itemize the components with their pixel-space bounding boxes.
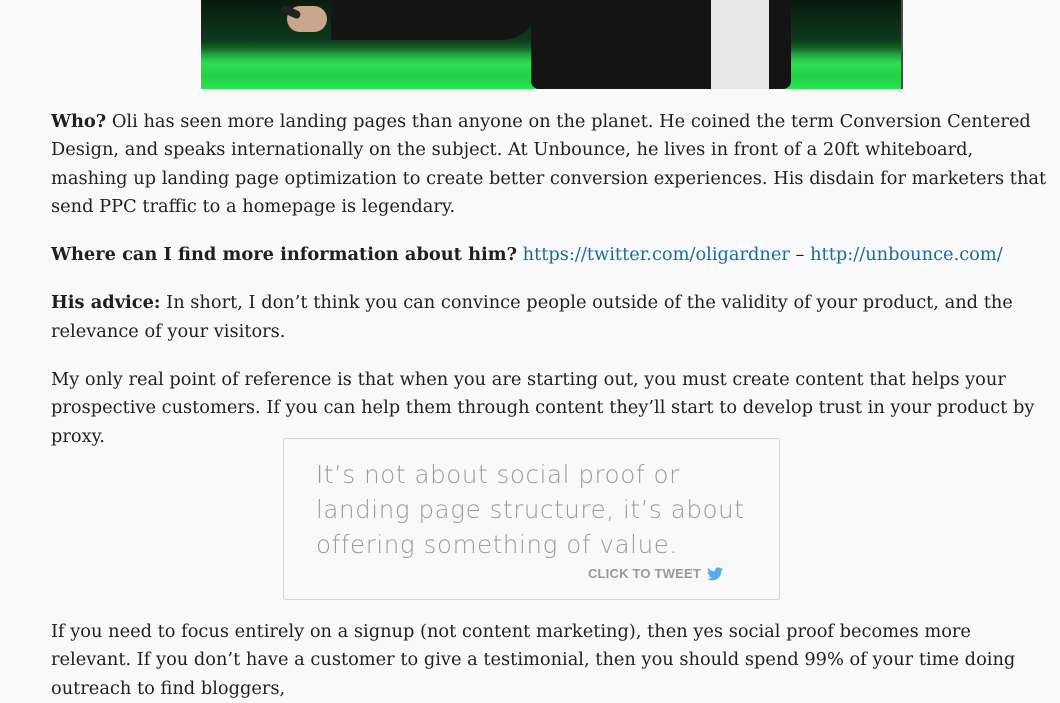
who-paragraph: Who? Oli has seen more landing pages tha… [51, 108, 1051, 221]
advice-label: His advice: [51, 292, 161, 314]
info-paragraph: Where can I find more information about … [51, 241, 1051, 269]
click-to-tweet-box: It’s not about social proof or landing p… [283, 438, 780, 600]
tweet-quote[interactable]: It’s not about social proof or landing p… [316, 457, 766, 562]
advice-paragraph: His advice: In short, I don’t think you … [51, 289, 1051, 346]
who-text: Oli has seen more landing pages than any… [51, 111, 1047, 217]
article-body: Who? Oli has seen more landing pages tha… [51, 108, 1051, 471]
photo-edge [901, 0, 903, 89]
click-to-tweet-button[interactable]: CLICK TO TWEET [588, 566, 723, 581]
twitter-profile-link[interactable]: https://twitter.com/oligardner [523, 244, 790, 265]
click-to-tweet-label: CLICK TO TWEET [587, 566, 701, 581]
link-separator: – [789, 244, 811, 266]
advice-text: In short, I don’t think you can convince… [51, 292, 1013, 342]
where-label: Where can I find more information about … [51, 244, 517, 266]
who-label: Who? [51, 111, 107, 132]
signup-paragraph: If you need to focus entirely on a signu… [51, 621, 1016, 699]
unbounce-link[interactable]: http://unbounce.com/ [810, 244, 1003, 265]
speaker-shirt [711, 0, 769, 89]
twitter-bird-icon [707, 566, 723, 580]
speaker-arm [331, 0, 541, 40]
speaker-photo [201, 0, 903, 89]
